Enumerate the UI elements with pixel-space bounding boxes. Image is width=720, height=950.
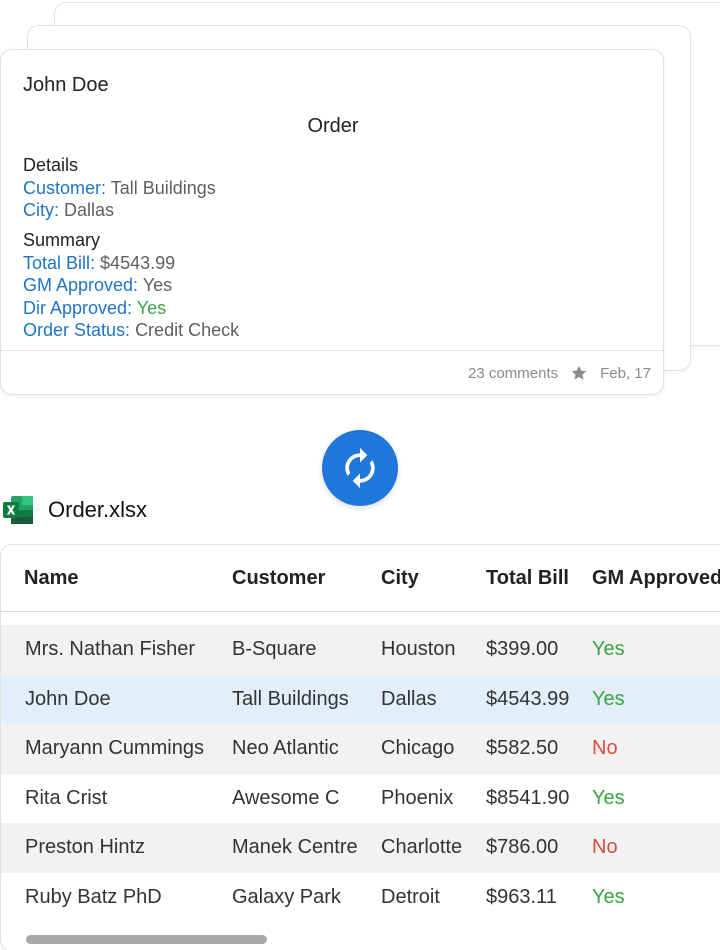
cell-total-bill: $399.00	[486, 638, 559, 660]
cell-gm-approved: Yes	[592, 687, 625, 710]
excel-icon	[3, 496, 33, 524]
cell-name: John Doe	[25, 687, 111, 710]
card-date: Feb, 17	[600, 364, 651, 382]
cell-gm-approved: No	[592, 836, 618, 859]
field-label: City:	[23, 200, 59, 220]
card-author: John Doe	[23, 74, 109, 96]
field-label: Customer:	[23, 177, 107, 198]
cell-city: Dallas	[381, 687, 437, 710]
cell-name: Ruby Batz PhD	[25, 885, 162, 908]
summary-field-total-bill: Total Bill: $4543.99	[23, 252, 239, 275]
table-header: Name Customer City Total Bill GM Approve…	[1, 545, 720, 612]
summary-section: Summary Total Bill: $4543.99 GM Approved…	[23, 229, 239, 342]
details-field-city: City: Dallas	[23, 199, 216, 222]
column-header-name[interactable]: Name	[24, 567, 78, 590]
cell-name: Rita Crist	[25, 786, 108, 809]
cell-customer: Galaxy Park	[232, 885, 341, 908]
table-row[interactable]: Maryann Cummings Neo Atlantic Chicago $5…	[1, 724, 720, 774]
table-row[interactable]: Preston Hintz Manek Centre Charlotte $78…	[1, 823, 720, 873]
column-header-city[interactable]: City	[381, 567, 419, 590]
card-footer: 23 comments Feb, 17	[468, 364, 651, 382]
field-value: $4543.99	[100, 252, 176, 273]
cell-customer: B-Square	[232, 638, 317, 660]
sync-icon	[345, 447, 375, 489]
field-label: Order Status:	[23, 320, 131, 340]
file-header: Order.xlsx	[2, 494, 147, 526]
order-card[interactable]: John Doe Order Details Customer: Tall Bu…	[0, 49, 664, 395]
summary-field-order-status: Order Status: Credit Check	[23, 319, 239, 342]
cell-total-bill: $8541.90	[486, 786, 570, 809]
cell-total-bill: $582.50	[486, 737, 559, 760]
cell-city: Phoenix	[381, 786, 454, 809]
field-label: Total Bill:	[23, 252, 96, 273]
cell-total-bill: $786.00	[486, 836, 559, 859]
cell-gm-approved: Yes	[592, 885, 625, 908]
field-value: Dallas	[64, 200, 115, 220]
cell-gm-approved: Yes	[592, 638, 625, 660]
horizontal-scrollbar[interactable]	[1, 935, 720, 950]
table-row[interactable]: Rita Crist Awesome C Phoenix $8541.90 Ye…	[1, 774, 720, 824]
card-title: Order	[307, 115, 359, 137]
cell-name: Maryann Cummings	[25, 737, 204, 760]
details-field-customer: Customer: Tall Buildings	[23, 177, 216, 200]
cell-name: Mrs. Nathan Fisher	[25, 638, 196, 660]
cell-total-bill: $4543.99	[486, 687, 570, 710]
cell-city: Detroit	[381, 885, 440, 908]
summary-field-gm-approved: GM Approved: Yes	[23, 274, 239, 297]
column-header-customer[interactable]: Customer	[232, 567, 325, 590]
column-header-gm-approved[interactable]: GM Approved	[592, 567, 720, 590]
summary-field-dir-approved: Dir Approved: Yes	[23, 297, 239, 320]
field-label: GM Approved:	[23, 275, 139, 295]
comments-link[interactable]: 23 comments	[468, 365, 558, 382]
cell-customer: Manek Centre	[232, 836, 358, 859]
cell-gm-approved: No	[592, 737, 618, 760]
cell-city: Chicago	[381, 737, 455, 760]
card-divider	[1, 350, 663, 351]
file-name: Order.xlsx	[48, 497, 148, 522]
cell-city: Charlotte	[381, 836, 463, 859]
field-label: Dir Approved:	[23, 297, 133, 318]
table-row-selected[interactable]: John Doe Tall Buildings Dallas $4543.99 …	[1, 674, 720, 725]
cell-city: Houston	[381, 638, 456, 660]
field-value: Credit Check	[135, 320, 240, 340]
cell-customer: Tall Buildings	[232, 687, 349, 710]
table-row[interactable]: Ruby Batz PhD Galaxy Park Detroit $963.1…	[1, 873, 720, 923]
table-body: Mrs. Nathan Fisher B-Square Houston $399…	[1, 625, 720, 923]
table-row[interactable]: Mrs. Nathan Fisher B-Square Houston $399…	[1, 625, 720, 675]
field-value: Yes	[136, 297, 167, 318]
column-header-total-bill[interactable]: Total Bill	[486, 567, 569, 590]
cell-name: Preston Hintz	[25, 836, 146, 859]
field-value: Tall Buildings	[110, 177, 216, 198]
star-icon[interactable]	[570, 364, 588, 382]
sync-button[interactable]	[322, 430, 398, 506]
summary-heading: Summary	[23, 230, 101, 250]
cell-customer: Neo Atlantic	[232, 737, 339, 760]
cell-gm-approved: Yes	[592, 786, 625, 809]
field-value: Yes	[142, 275, 173, 295]
details-heading: Details	[23, 155, 79, 175]
order-table: Name Customer City Total Bill GM Approve…	[0, 544, 720, 950]
cell-total-bill: $963.11	[486, 885, 557, 908]
details-section: Details Customer: Tall Buildings City: D…	[23, 154, 216, 222]
cell-customer: Awesome C	[232, 786, 340, 809]
scrollbar-thumb[interactable]	[26, 935, 267, 944]
